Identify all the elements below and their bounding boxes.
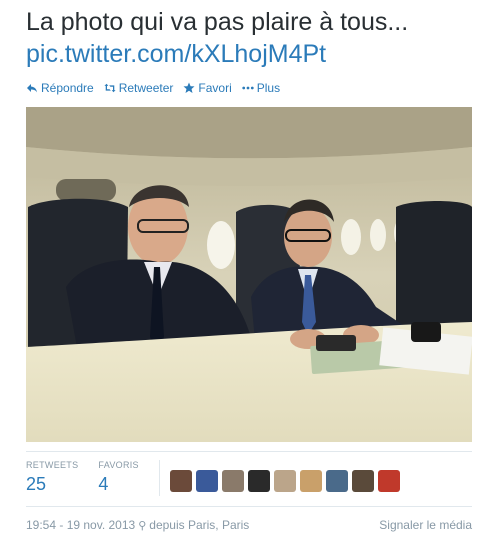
favorites-count: 4 [98,474,109,494]
tweet-media-link[interactable]: pic.twitter.com/kXLhojM4Pt [26,38,496,70]
more-icon [242,86,254,90]
tweet-footer: 19:54 - 19 nov. 2013 ⚲ depuis Paris, Par… [26,518,472,532]
retweet-button[interactable]: Retweeter [104,81,174,95]
tweet-timestamp[interactable]: 19:54 - 19 nov. 2013 [26,518,135,532]
retweet-icon [104,83,116,93]
stats-bottom-divider [26,506,472,507]
engager-avatar[interactable] [273,470,296,492]
more-button[interactable]: Plus [242,81,280,95]
engager-avatar[interactable] [377,470,400,492]
tweet-photo[interactable] [26,107,472,442]
location-pin-icon: ⚲ [138,519,147,532]
stats-separator [158,460,160,496]
engager-avatar[interactable] [221,470,244,492]
tweet-actions: Répondre Retweeter Favori Plus [26,81,280,95]
engager-avatar[interactable] [247,470,270,492]
tweet-body: La photo qui va pas plaire à tous... [26,8,409,36]
reply-label: Répondre [41,81,94,95]
photo-image [26,107,472,442]
retweet-label: Retweeter [118,81,174,95]
report-media-link[interactable]: Signaler le média [379,518,472,532]
favorite-button[interactable]: Favori [183,81,232,95]
favorite-label: Favori [198,81,232,95]
tweet-text: La photo qui va pas plaire à tous... pic… [26,6,496,70]
tweet-location[interactable]: depuis Paris, Paris [149,518,249,532]
tweet-stats: RETWEETS 25 FAVORIS 4 [26,460,400,496]
engager-avatar[interactable] [325,470,348,492]
engager-avatar[interactable] [169,470,192,492]
reply-button[interactable]: Répondre [26,81,94,95]
retweets-count: 25 [26,474,47,494]
stats-top-divider [26,451,472,452]
tweet-meta: 19:54 - 19 nov. 2013 ⚲ depuis Paris, Par… [26,518,249,532]
engager-avatar[interactable] [299,470,322,492]
retweets-stat[interactable]: RETWEETS 25 [26,460,98,495]
engager-avatars [169,470,400,492]
engager-avatar[interactable] [351,470,374,492]
more-label: Plus [256,81,281,95]
reply-icon [27,84,37,93]
favorites-stat[interactable]: FAVORIS 4 [98,460,158,495]
engager-avatar[interactable] [195,470,218,492]
star-icon [183,82,195,93]
favorites-label: FAVORIS [98,460,139,470]
retweets-label: RETWEETS [26,460,79,470]
